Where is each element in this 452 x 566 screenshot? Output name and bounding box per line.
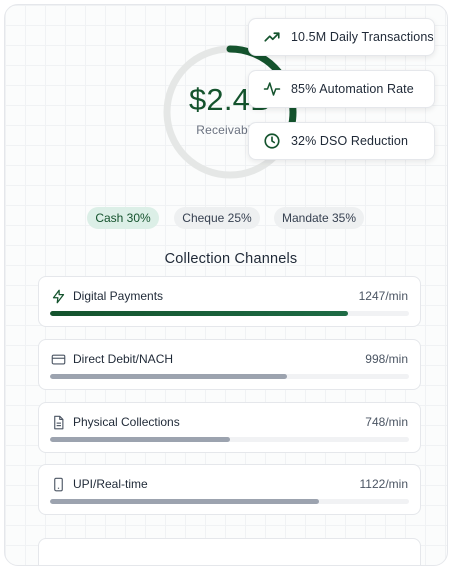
channel-rate: 1247/min [358,289,408,303]
channel-direct-debit-nach[interactable]: Direct Debit/NACH 998/min [38,339,421,390]
section-title: Collection Channels [164,251,298,267]
channel-name: Digital Payments [73,289,164,303]
chip-cheque[interactable]: Cheque 25% [174,207,260,229]
document-icon [50,414,66,430]
smartphone-icon [50,476,66,492]
stat-card-daily-transactions: 10.5M Daily Transactions [248,18,435,56]
trending-up-icon [263,28,281,46]
channel-progress-track [50,374,409,379]
channel-rate: 1122/min [359,477,408,491]
channel-progress-fill [50,499,320,504]
clock-icon [263,132,281,150]
stat-text: 32% DSO Reduction [291,134,409,148]
channel-progress-fill [50,311,348,316]
stat-card-dso-reduction: 32% DSO Reduction [248,122,435,160]
channel-rate: 748/min [365,415,408,429]
channel-name: Physical Collections [73,415,180,429]
channel-progress-track [50,437,409,442]
lightning-icon [50,288,66,304]
channel-progress-fill [50,374,287,379]
activity-icon [263,80,281,98]
credit-card-icon [50,351,66,367]
channel-rate: 998/min [365,352,408,366]
channel-progress-track [50,311,409,316]
receivables-summary: $2.4B Receivables [161,43,299,181]
stat-text: 10.5M Daily Transactions [291,30,434,44]
chip-cash[interactable]: Cash 30% [87,207,159,229]
channel-card-partial[interactable] [38,538,421,565]
channel-name: UPI/Real-time [73,477,148,491]
receivables-dashboard-card: $2.4B Receivables 10.5M Daily Transactio… [4,4,448,566]
stat-card-automation-rate: 85% Automation Rate [248,70,435,108]
channel-upi-real-time[interactable]: UPI/Real-time 1122/min [38,464,421,515]
channel-digital-payments[interactable]: Digital Payments 1247/min [38,276,421,327]
stat-text: 85% Automation Rate [291,82,414,96]
channel-progress-track [50,499,409,504]
chip-mandate[interactable]: Mandate 35% [274,207,364,229]
channel-progress-fill [50,437,230,442]
channel-name: Direct Debit/NACH [73,352,174,366]
channel-physical-collections[interactable]: Physical Collections 748/min [38,402,421,453]
filter-chips: Cash 30% Cheque 25% Mandate 35% [5,207,447,229]
